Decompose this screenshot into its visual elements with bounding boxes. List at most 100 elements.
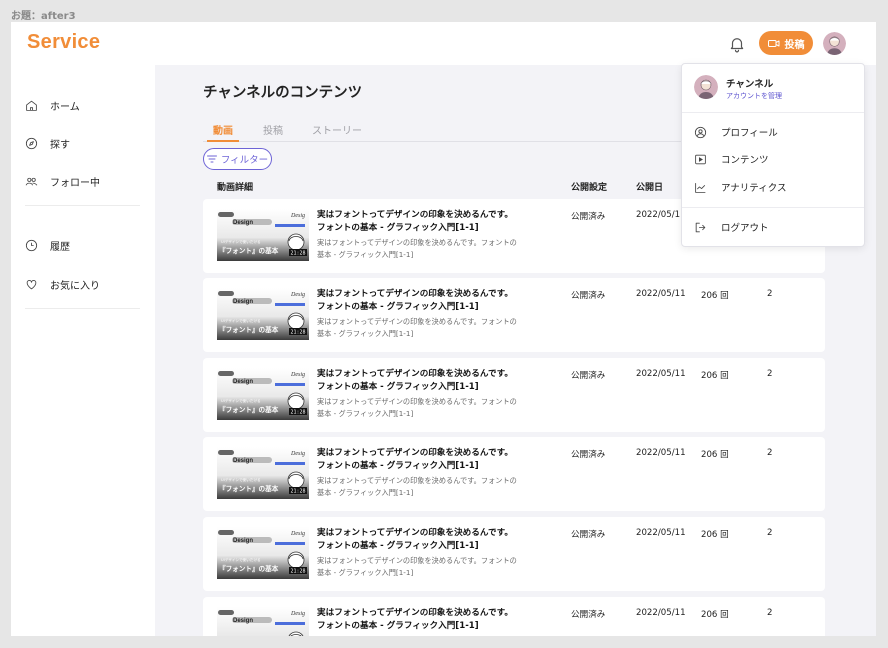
video-description-line: 基本 - グラフィック入門[1-1] [317, 488, 414, 497]
video-thumbnail[interactable]: Design Desig UIデザインで使いだける 『フォント』の基本 21:2… [217, 368, 309, 420]
svg-text:UIデザインで使いだける: UIデザインで使いだける [221, 557, 261, 562]
svg-text:21:28: 21:28 [291, 410, 306, 416]
video-views: 206 回 [701, 371, 729, 381]
video-title-line: 実はフォントってデザインの印象を決めるんです。 [317, 528, 513, 538]
sidebar-item-explore[interactable]: 探す [25, 131, 70, 155]
svg-text:『フォント』の基本: 『フォント』の基本 [219, 564, 279, 573]
video-title-line: フォントの基本 - グラフィック入門[1-1] [317, 541, 479, 551]
video-description: 実はフォントってデザインの印象を決めるんです。フォントの 基本 - グラフィック… [317, 237, 523, 261]
avatar [694, 75, 718, 99]
svg-text:Design: Design [233, 299, 253, 305]
logo[interactable]: Service [27, 31, 100, 54]
app-frame: Service 投稿 ホーム 探す フォロー中 履歴 お気に入り チャンネルのコ… [11, 22, 876, 636]
video-title[interactable]: 実はフォントってデザインの印象を決めるんです。 フォントの基本 - グラフィック… [317, 527, 517, 553]
svg-text:Desig: Desig [290, 213, 305, 219]
bell-icon[interactable] [728, 35, 746, 53]
video-visibility: 公開済み [571, 291, 606, 301]
video-title-line: フォントの基本 - グラフィック入門[1-1] [317, 223, 479, 233]
video-visibility: 公開済み [571, 530, 606, 540]
sidebar-item-following[interactable]: フォロー中 [25, 169, 100, 193]
menu-item-logout[interactable]: ログアウト [694, 218, 769, 236]
thumbnail-image: Design Desig UIデザインで使いだける 『フォント』の基本 21:2… [217, 527, 309, 579]
video-description-line: 実はフォントってデザインの印象を決めるんです。フォントの [317, 238, 517, 247]
dropdown-divider [682, 207, 864, 208]
svg-text:『フォント』の基本: 『フォント』の基本 [219, 484, 279, 493]
svg-text:Design: Design [233, 379, 253, 385]
avatar-image [694, 75, 718, 99]
video-thumbnail[interactable]: Design Desig UIデザインで使いだける 『フォント』の基本 21:2… [217, 209, 309, 261]
avatar-image [823, 32, 846, 55]
manage-account-link[interactable]: アカウントを管理 [726, 91, 782, 101]
svg-text:『フォント』の基本: 『フォント』の基本 [219, 405, 279, 414]
menu-item-profile[interactable]: プロフィール [694, 123, 778, 141]
heart-icon [26, 279, 37, 289]
sidebar-item-label: ホーム [50, 101, 80, 113]
video-views: 206 回 [701, 530, 729, 540]
table-row[interactable]: Design Desig UIデザインで使いだける 『フォント』の基本 21:2… [203, 517, 825, 591]
dropdown-divider [682, 112, 864, 113]
menu-item-contents[interactable]: コンテンツ [694, 150, 769, 168]
video-title[interactable]: 実はフォントってデザインの印象を決めるんです。 フォントの基本 - グラフィック… [317, 288, 517, 314]
svg-text:21:28: 21:28 [291, 489, 306, 495]
video-thumbnail[interactable]: Design Desig UIデザインで使いだける 『フォント』の基本 21:2… [217, 288, 309, 340]
svg-text:Design: Design [233, 458, 253, 464]
video-comments: 2 [767, 369, 773, 379]
channel-name: チャンネル [726, 79, 774, 90]
video-thumbnail[interactable]: Design Desig UIデザインで使いだける 『フォント』の基本 21:2… [217, 447, 309, 499]
video-views: 206 回 [701, 450, 729, 460]
svg-text:『フォント』の基本: 『フォント』の基本 [219, 325, 279, 334]
video-thumbnail[interactable]: Design Desig UIデザインで使いだける 『フォント』の基本 21:2… [217, 607, 309, 636]
compass-icon [25, 137, 38, 149]
video-visibility: 公開済み [571, 371, 606, 381]
avatar[interactable] [823, 32, 846, 55]
video-camera-icon [767, 39, 779, 47]
tab-videos[interactable]: 動画 [211, 119, 235, 142]
clock-icon [25, 239, 38, 251]
sidebar-divider [25, 308, 140, 309]
video-comments: 2 [767, 608, 773, 618]
table-row[interactable]: Design Desig UIデザインで使いだける 『フォント』の基本 21:2… [203, 597, 825, 636]
video-description-line: 基本 - グラフィック入門[1-1] [317, 250, 414, 259]
video-title[interactable]: 実はフォントってデザインの印象を決めるんです。 フォントの基本 - グラフィック… [317, 447, 517, 473]
thumbnail-image: Design Desig UIデザインで使いだける 『フォント』の基本 21:2… [217, 209, 309, 261]
video-views: 206 回 [701, 291, 729, 301]
svg-text:21:28: 21:28 [291, 251, 306, 257]
video-date: 2022/05/11 [636, 608, 686, 618]
table-row[interactable]: Design Desig UIデザインで使いだける 『フォント』の基本 21:2… [203, 437, 825, 511]
sidebar-item-home[interactable]: ホーム [25, 93, 80, 117]
table-row[interactable]: Design Desig UIデザインで使いだける 『フォント』の基本 21:2… [203, 358, 825, 432]
video-description: 実はフォントってデザインの印象を決めるんです。フォントの 基本 - グラフィック… [317, 475, 523, 499]
video-description: 実はフォントってデザインの印象を決めるんです。フォントの 基本 - グラフィック… [317, 396, 523, 420]
video-date: 2022/05/1 [636, 210, 681, 220]
menu-item-analytics[interactable]: アナリティクス [694, 178, 786, 196]
video-date: 2022/05/11 [636, 448, 686, 458]
tab-stories[interactable]: ストーリー [311, 119, 363, 142]
video-description-line: 実はフォントってデザインの印象を決めるんです。フォントの [317, 317, 517, 326]
video-description-line: 実はフォントってデザインの印象を決めるんです。フォントの [317, 476, 517, 485]
video-thumbnail[interactable]: Design Desig UIデザインで使いだける 『フォント』の基本 21:2… [217, 527, 309, 579]
table-row[interactable]: Design Desig UIデザインで使いだける 『フォント』の基本 21:2… [203, 278, 825, 352]
tab-posts[interactable]: 投稿 [261, 119, 285, 142]
sidebar-divider [25, 205, 140, 206]
svg-text:Desig: Desig [290, 531, 305, 537]
svg-text:Design: Design [233, 618, 253, 624]
home-icon [26, 100, 37, 111]
menu-item-label: アナリティクス [721, 183, 787, 194]
video-description-line: 実はフォントってデザインの印象を決めるんです。フォントの [317, 397, 517, 406]
video-description-line: 実はフォントってデザインの印象を決めるんです。フォントの [317, 556, 517, 565]
sidebar-item-history[interactable]: 履歴 [25, 233, 70, 257]
page-title: チャンネルのコンテンツ [203, 85, 363, 101]
thumbnail-image: Design Desig UIデザインで使いだける 『フォント』の基本 21:2… [217, 288, 309, 340]
video-title[interactable]: 実はフォントってデザインの印象を決めるんです。 フォントの基本 - グラフィック… [317, 607, 517, 633]
video-title[interactable]: 実はフォントってデザインの印象を決めるんです。 フォントの基本 - グラフィック… [317, 209, 517, 235]
video-visibility: 公開済み [571, 450, 606, 460]
menu-item-label: コンテンツ [721, 155, 769, 166]
post-button[interactable]: 投稿 [759, 31, 813, 55]
svg-text:Design: Design [233, 538, 253, 544]
video-title[interactable]: 実はフォントってデザインの印象を決めるんです。 フォントの基本 - グラフィック… [317, 368, 517, 394]
column-header-detail: 動画詳細 [217, 183, 254, 193]
sidebar-item-favorites[interactable]: お気に入り [25, 272, 100, 296]
people-icon [25, 177, 38, 186]
filter-button[interactable]: フィルター [203, 148, 272, 170]
video-date: 2022/05/11 [636, 369, 686, 379]
